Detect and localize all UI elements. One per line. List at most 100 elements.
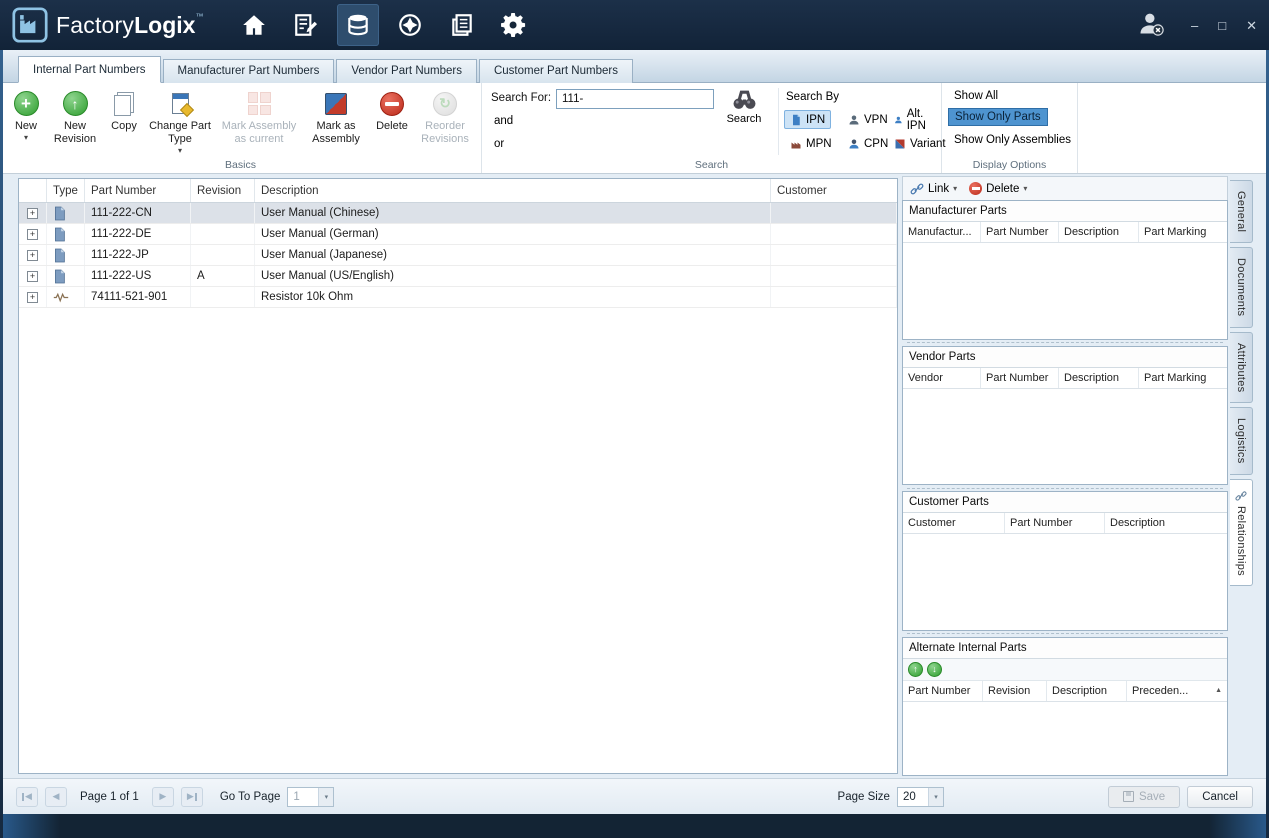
tab-manufacturer-part-numbers[interactable]: Manufacturer Part Numbers [162,59,335,83]
goto-page-input[interactable]: 1 ▾ [287,786,335,807]
page-size-select[interactable]: 20 ▾ [896,786,944,807]
expand-row-button[interactable]: + [27,249,38,261]
expand-row-button[interactable]: + [27,228,38,240]
link-icon [910,183,924,194]
tab-attributes[interactable]: Attributes [1230,331,1253,404]
expand-row-button[interactable]: + [27,270,38,282]
reorder-revisions-icon: ↻ [433,91,457,116]
col-header-description[interactable]: Description [1059,222,1139,242]
chevron-down-icon[interactable]: ▾ [318,787,334,806]
vendor-parts-list[interactable] [903,389,1227,485]
col-header-description[interactable]: Description [255,179,771,202]
nav-documents-button[interactable] [441,4,483,46]
nav-home-button[interactable] [233,4,275,46]
col-header-part-number[interactable]: Part Number [903,680,983,701]
filter-cpn[interactable]: CPN [842,134,894,153]
group-label-basics: Basics [225,159,256,171]
col-header-part-marking[interactable]: Part Marking [1139,222,1227,242]
first-page-button[interactable]: ◀ [16,786,38,807]
col-header-vendor[interactable]: Vendor [903,367,981,388]
manufacturer-parts-list[interactable] [903,243,1227,339]
alternate-parts-list[interactable] [903,702,1227,776]
col-header-description[interactable]: Description [1105,513,1227,533]
previous-page-button[interactable]: ◀ [45,786,67,807]
link-icon [1235,490,1247,501]
delete-button[interactable]: Delete [372,88,412,133]
col-header-description[interactable]: Description [1059,367,1139,388]
tab-customer-part-numbers[interactable]: Customer Part Numbers [478,59,633,83]
col-header-customer[interactable]: Customer [903,513,1005,533]
close-button[interactable]: ✕ [1246,19,1257,32]
col-header-manufacturer[interactable]: Manufactur... [903,222,981,242]
table-row[interactable]: + 111-222-JP User Manual (Japanese) [19,245,897,266]
expand-row-button[interactable]: + [27,207,38,219]
new-button[interactable]: + New ▾ [8,88,44,141]
col-header-part-number[interactable]: Part Number [981,367,1059,388]
customer-parts-list[interactable] [903,534,1227,630]
cell-description: User Manual (Japanese) [255,245,771,265]
col-header-type[interactable]: Type [47,179,85,202]
col-header-part-number[interactable]: Part Number [981,222,1059,242]
tab-relationships[interactable]: Relationships [1230,478,1253,587]
cancel-button[interactable]: Cancel [1187,785,1253,808]
tab-vendor-part-numbers[interactable]: Vendor Part Numbers [336,59,477,83]
tab-label: Internal Part Numbers [33,64,146,76]
nav-part-database-button[interactable] [337,4,380,46]
table-row[interactable]: + 111-222-US A User Manual (US/English) [19,266,897,287]
nav-settings-button[interactable] [493,4,535,46]
maximize-button[interactable]: □ [1218,19,1226,32]
col-header-description[interactable]: Description [1047,680,1127,701]
tab-internal-part-numbers[interactable]: Internal Part Numbers [18,56,161,83]
save-button[interactable]: Save [1107,785,1181,808]
ipn-icon [793,114,800,125]
app-title: FactoryLogix™ [56,12,203,39]
search-for-label: Search For: [491,92,552,104]
move-down-button[interactable]: ↓ [927,661,942,677]
table-row[interactable]: + 111-222-DE User Manual (German) [19,224,897,245]
col-header-revision[interactable]: Revision [191,179,255,202]
mark-as-assembly-button[interactable]: Mark as Assembly [305,88,367,146]
tab-documents[interactable]: Documents [1230,247,1253,328]
col-header-part-number[interactable]: Part Number [1005,513,1105,533]
col-header-part-number[interactable]: Part Number [85,179,191,202]
ribbon: + New ▾ ↑ New Revision Copy Change Part … [0,83,1269,174]
chevron-down-icon[interactable]: ▾ [927,787,943,806]
user-account-button[interactable] [1137,9,1165,42]
col-header-customer[interactable]: Customer [771,179,897,202]
reorder-revisions-button[interactable]: ↻ Reorder Revisions [417,88,473,146]
show-only-assemblies-option[interactable]: Show Only Assemblies [948,132,1077,148]
minimize-button[interactable]: – [1191,19,1198,32]
mark-assembly-current-icon [247,92,271,115]
copy-button[interactable]: Copy [106,88,142,133]
alternate-internal-parts-section: Alternate Internal Parts ↑ ↓ Part Number… [902,636,1228,776]
mark-assembly-as-current-button[interactable]: Mark Assembly as current [218,88,300,146]
col-header-part-marking[interactable]: Part Marking [1139,368,1227,388]
link-button[interactable]: Link ▾ [910,182,957,196]
col-header-precedence[interactable]: Preceden... ▲ [1127,681,1227,701]
filter-ipn[interactable]: IPN [784,110,832,129]
tab-general[interactable]: General [1230,180,1253,244]
change-part-type-button[interactable]: Change Part Type ▾ [147,88,213,154]
nav-forms-button[interactable] [285,4,327,46]
brand-factory: Factory [56,11,135,38]
unlink-delete-button[interactable]: Delete ▾ [969,182,1027,195]
expand-row-button[interactable]: + [27,291,38,303]
filter-vpn[interactable]: VPN [842,110,894,129]
nav-dispatch-button[interactable] [389,4,431,46]
show-only-parts-option[interactable]: Show Only Parts [948,108,1048,126]
ribbon-group-display-options: Show All Show Only Parts Show Only Assem… [942,83,1078,173]
search-input[interactable] [556,89,714,109]
show-all-option[interactable]: Show All [948,88,1004,104]
filter-mpn[interactable]: MPN [784,134,838,153]
col-header-revision[interactable]: Revision [983,680,1047,701]
new-revision-button[interactable]: ↑ New Revision [49,88,101,146]
filter-alt-ipn[interactable]: Alt. IPN [888,108,941,132]
next-page-button[interactable]: ▶ [151,786,174,807]
tab-logistics[interactable]: Logistics [1230,407,1253,475]
move-up-button[interactable]: ↑ [908,661,923,677]
search-button[interactable]: Search [720,88,768,125]
table-row[interactable]: + 74111-521-901 Resistor 10k Ohm [19,287,897,308]
last-page-button[interactable]: ▶ [180,786,203,807]
form-editor-icon [295,14,318,36]
table-row[interactable]: + 111-222-CN User Manual (Chinese) [19,203,897,224]
